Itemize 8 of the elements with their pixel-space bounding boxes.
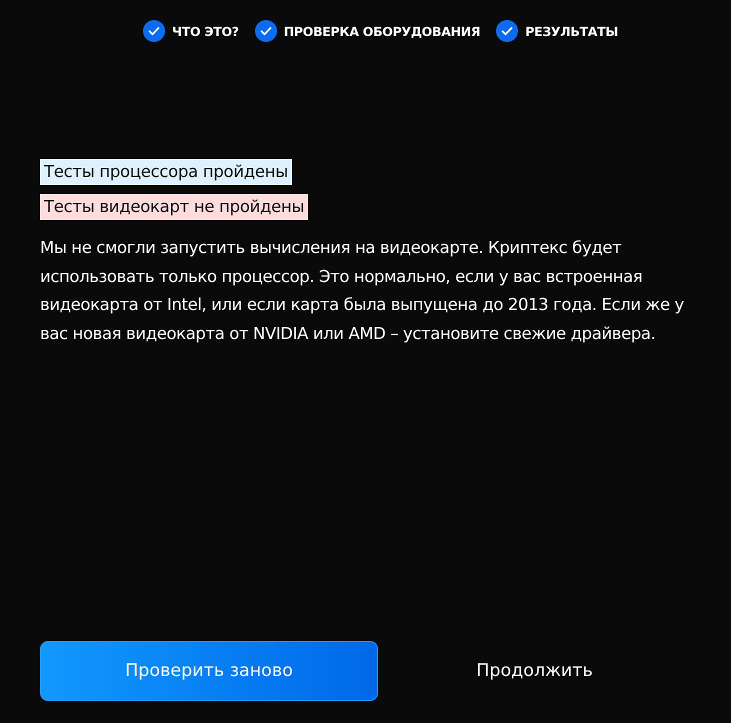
test-result: Тесты процессора пройдены (40, 159, 292, 185)
continue-button[interactable]: Продолжить (378, 641, 691, 701)
step-label: ЧТО ЭТО? (172, 24, 239, 38)
test-result: Тесты видеокарт не пройдены (40, 194, 308, 220)
step-label: РЕЗУЛЬТАТЫ (525, 24, 618, 38)
retry-button[interactable]: Проверить заново (40, 641, 378, 701)
message-text: Мы не смогли запустить вычисления на видеокарте. Криптекс будет использовать только процессор. Это нормально, если у вас встроенная видеокарта от Intel, или если карта была выпущена до 2013 года. Если же у вас новая видеокарта от NVIDIA или AMD – установите свежие драйвера. (40, 237, 685, 344)
step-label: ПРОВЕРКА ОБОРУДОВАНИЯ (284, 24, 480, 38)
